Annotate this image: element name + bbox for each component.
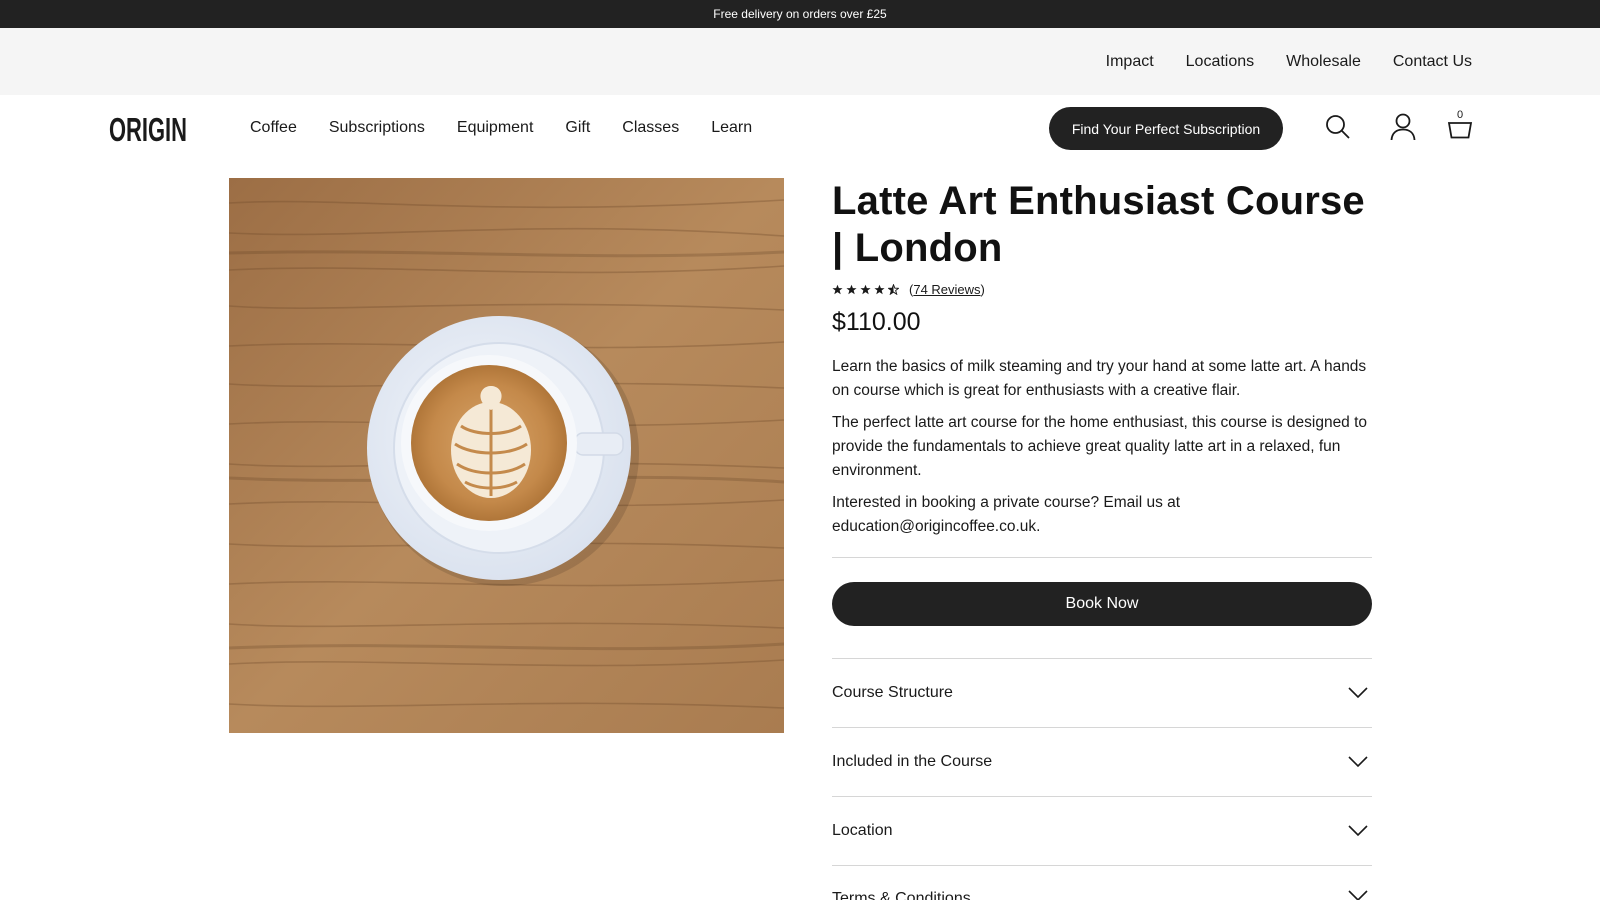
product-price: $110.00 [832, 308, 921, 336]
chevron-down-icon [1348, 687, 1368, 699]
product-rating: ( 74 Reviews ) [832, 280, 1372, 298]
chevron-down-icon [1348, 825, 1368, 837]
cart-count: 0 [1456, 109, 1464, 121]
divider [832, 557, 1372, 558]
star-icon [846, 284, 857, 294]
primary-nav: Coffee Subscriptions Equipment Gift Clas… [250, 95, 752, 161]
chevron-down-icon [1348, 890, 1368, 900]
nav-link-equipment[interactable]: Equipment [457, 119, 534, 137]
nav-link-coffee[interactable]: Coffee [250, 119, 297, 137]
reviews-paren-close: ) [980, 281, 985, 297]
star-icon [860, 284, 871, 294]
description-paragraph: The perfect latte art course for the hom… [832, 414, 1368, 479]
accordion-label: Terms & Conditions [832, 890, 971, 900]
nav-link-subscriptions[interactable]: Subscriptions [329, 119, 425, 137]
accordion-terms[interactable]: Terms & Conditions [832, 865, 1372, 900]
brand-logo[interactable]: ORIGIN [109, 111, 187, 148]
nav-link-learn[interactable]: Learn [711, 119, 752, 137]
description-paragraph: Interested in booking a private course? … [832, 494, 1181, 535]
search-icon[interactable] [1322, 111, 1354, 143]
accordion-label: Course Structure [832, 684, 953, 701]
accordion-label: Location [832, 822, 893, 839]
star-icon [832, 284, 843, 294]
book-now-button[interactable]: Book Now [832, 582, 1372, 626]
description-paragraph: Learn the basics of milk steaming and tr… [832, 358, 1367, 399]
announcement-bar: Free delivery on orders over £25 [0, 0, 1600, 28]
nav-link-gift[interactable]: Gift [565, 119, 590, 137]
star-icon [874, 284, 885, 294]
reviews-link[interactable]: 74 Reviews [913, 282, 980, 297]
utility-link-wholesale[interactable]: Wholesale [1286, 53, 1361, 71]
utility-nav: Impact Locations Wholesale Contact Us [0, 28, 1600, 95]
nav-link-classes[interactable]: Classes [622, 119, 679, 137]
logo-wordmark: ORIGIN [109, 112, 187, 144]
product-description: Learn the basics of milk steaming and tr… [832, 355, 1372, 539]
user-icon[interactable] [1387, 111, 1419, 143]
accordion-location[interactable]: Location [832, 796, 1372, 865]
utility-link-contact[interactable]: Contact Us [1393, 53, 1472, 71]
find-subscription-button[interactable]: Find Your Perfect Subscription [1049, 107, 1283, 150]
bag-icon[interactable]: 0 [1444, 109, 1476, 143]
utility-link-impact[interactable]: Impact [1106, 53, 1154, 71]
star-rating [832, 283, 899, 295]
main-header: ORIGIN Coffee Subscriptions Equipment Gi… [0, 95, 1600, 161]
accordion-course-structure[interactable]: Course Structure [832, 658, 1372, 727]
accordion-list: Course Structure Included in the Course … [832, 658, 1372, 900]
utility-link-locations[interactable]: Locations [1186, 53, 1255, 71]
announcement-text: Free delivery on orders over £25 [713, 7, 887, 21]
star-half-icon [888, 283, 899, 295]
product-info: Latte Art Enthusiast Course | London ( 7… [832, 178, 1372, 900]
product-image[interactable] [229, 178, 784, 733]
accordion-label: Included in the Course [832, 753, 993, 770]
chevron-down-icon [1348, 756, 1368, 768]
accordion-included[interactable]: Included in the Course [832, 727, 1372, 796]
product-title: Latte Art Enthusiast Course | London [832, 179, 1365, 270]
